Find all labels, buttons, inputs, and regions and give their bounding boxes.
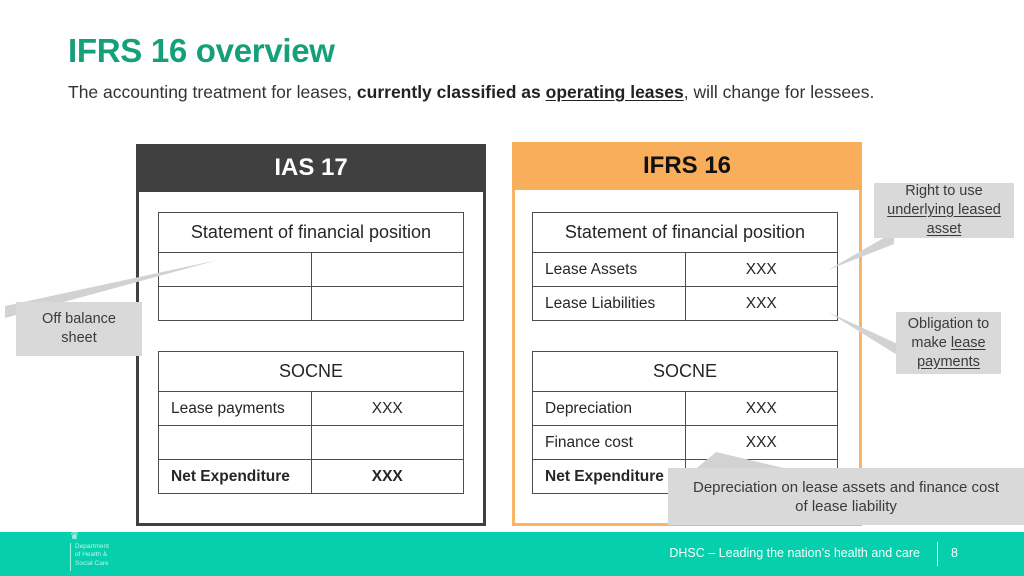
dhsc-logo: ♛ Department of Health & Social Care — [70, 532, 132, 572]
footer-bar: DHSC – Leading the nation’s health and c… — [0, 532, 1024, 576]
table-title-cell: SOCNE — [158, 351, 464, 392]
table-row: Lease Liabilities XXX — [532, 286, 838, 321]
callout-off-balance-sheet: Off balance sheet — [16, 302, 142, 356]
logo-line-2: of Health & — [75, 551, 108, 559]
table-row: SOCNE — [532, 351, 838, 392]
footer-divider — [937, 542, 938, 566]
subtitle-bold-underline: operating leases — [545, 82, 684, 102]
table-row: Lease Assets XXX — [532, 252, 838, 287]
table-title-cell: Statement of financial position — [158, 212, 464, 253]
table-row: Statement of financial position — [158, 212, 464, 253]
row-value — [310, 286, 464, 321]
callout-depreciation-line2: of lease liability — [795, 497, 897, 515]
panel-ias-17-heading: IAS 17 — [136, 144, 486, 192]
row-label: Depreciation — [532, 391, 686, 426]
subtitle: The accounting treatment for leases, cur… — [68, 80, 913, 105]
callout-obligation: Obligation to make lease payments — [896, 312, 1001, 374]
table-row — [158, 425, 464, 460]
callout-off-balance-line2: sheet — [61, 330, 97, 346]
slide: IFRS 16 overview The accounting treatmen… — [0, 0, 1024, 576]
panel-ifrs-16-heading: IFRS 16 — [512, 142, 862, 190]
table-row: SOCNE — [158, 351, 464, 392]
table-title-cell: Statement of financial position — [532, 212, 838, 253]
page-number: 8 — [951, 546, 958, 560]
table-ifrs16-statement-of-financial-position: Statement of financial position Lease As… — [532, 212, 838, 321]
subtitle-bold1: currently classified as — [356, 82, 546, 102]
row-value — [310, 252, 464, 287]
row-label: Net Expenditure — [158, 459, 312, 494]
logo-wordmark: Department of Health & Social Care — [75, 543, 109, 568]
row-label: Lease Assets — [532, 252, 686, 287]
row-value: XXX — [684, 286, 838, 321]
subtitle-part1: The accounting treatment for leases, — [68, 82, 357, 102]
table-row: Statement of financial position — [532, 212, 838, 253]
callout-right-to-use: Right to use underlying leased asset — [874, 183, 1014, 238]
callout-right-to-use-underlined: underlying leased asset — [887, 202, 1001, 237]
row-value: XXX — [310, 459, 464, 494]
row-label: Lease Liabilities — [532, 286, 686, 321]
logo-rule — [70, 543, 71, 571]
row-label: Lease payments — [158, 391, 312, 426]
callout-off-balance-line1: Off balance — [42, 311, 116, 327]
row-value — [310, 425, 464, 460]
row-value: XXX — [684, 252, 838, 287]
table-ias17-socne: SOCNE Lease payments XXX Net Expenditure… — [158, 351, 464, 494]
table-row: Net Expenditure XXX — [158, 459, 464, 494]
callout-depreciation-line1: Depreciation on lease assets and finance… — [692, 478, 1000, 496]
callout-right-to-use-plain: Right to use — [905, 183, 983, 199]
subtitle-part2: , will change for lessees. — [683, 82, 875, 102]
table-row: Depreciation XXX — [532, 391, 838, 426]
crown-crest-icon: ♛ — [70, 531, 79, 542]
callout-depreciation: Depreciation on lease assets and finance… — [668, 468, 1024, 525]
logo-line-1: Department — [75, 543, 109, 550]
footer-text: DHSC – Leading the nation’s health and c… — [669, 546, 920, 560]
logo-line-3: Social Care — [75, 559, 109, 567]
row-label — [158, 425, 312, 460]
row-value: XXX — [684, 391, 838, 426]
table-title-cell: SOCNE — [532, 351, 838, 392]
page-title: IFRS 16 overview — [68, 32, 335, 69]
table-row: Lease payments XXX — [158, 391, 464, 426]
row-value: XXX — [310, 391, 464, 426]
